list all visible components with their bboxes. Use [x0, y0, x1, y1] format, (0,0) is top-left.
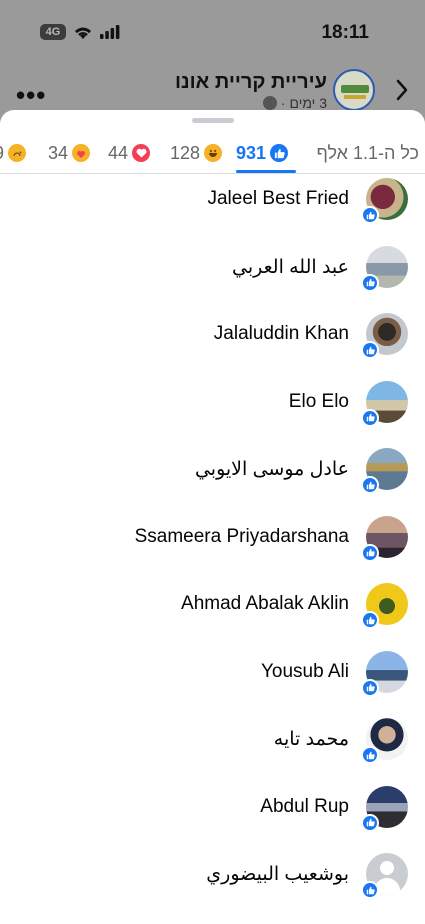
- like-badge-icon: [361, 408, 379, 427]
- page-name[interactable]: עיריית קריית אונו: [175, 71, 327, 94]
- post-time: 3 ימים ·: [280, 95, 327, 111]
- sheet-grabber[interactable]: [192, 118, 234, 123]
- chevron-right-icon[interactable]: [395, 78, 409, 107]
- list-item[interactable]: Yousub Ali: [0, 647, 425, 715]
- logo-mark-underline: [344, 95, 366, 99]
- reactors-list: Jaleel Best Fried عبد الله العربي Jalalu…: [0, 174, 425, 917]
- person-name[interactable]: Yousub Ali: [261, 661, 349, 683]
- tab-all[interactable]: כל ה-1.1 אלף: [317, 138, 419, 168]
- list-item[interactable]: عادل موسى الايوبي: [0, 444, 425, 512]
- tab-haha-count: 128: [170, 142, 201, 163]
- person-name[interactable]: محمد تايه: [274, 728, 349, 751]
- tab-like[interactable]: 931: [236, 138, 289, 168]
- like-badge-icon: [361, 746, 379, 764]
- list-item[interactable]: Jaleel Best Fried: [0, 174, 425, 242]
- tab-care[interactable]: 34: [48, 138, 91, 168]
- like-badge-icon: [361, 206, 379, 224]
- list-item[interactable]: Ahmad Abalak Aklin: [0, 579, 425, 647]
- tab-love[interactable]: 44: [108, 138, 151, 168]
- globe-icon: [262, 96, 277, 110]
- reaction-tabs: כל ה-1.1 אלף 931 128 44 34: [0, 130, 425, 174]
- like-badge-icon: [361, 813, 379, 832]
- person-name[interactable]: Ssameera Priyadarshana: [135, 526, 349, 548]
- wifi-icon: [73, 25, 93, 40]
- tab-haha[interactable]: 128: [170, 138, 223, 168]
- list-item[interactable]: محمد تايه: [0, 714, 425, 782]
- like-badge-icon: [361, 476, 379, 494]
- sad-reaction-icon: [8, 144, 27, 162]
- tab-sad[interactable]: 9: [0, 138, 27, 168]
- person-name[interactable]: عادل موسى الايوبي: [195, 458, 349, 481]
- person-name[interactable]: Abdul Rup: [260, 796, 349, 818]
- list-item[interactable]: بوشعيب البيضوري: [0, 849, 425, 917]
- network-badge: 4G: [40, 24, 66, 40]
- care-reaction-icon: [72, 144, 91, 162]
- list-item[interactable]: Ssameera Priyadarshana: [0, 512, 425, 580]
- post-meta: 3 ימים ·: [262, 95, 327, 111]
- signal-icon: [100, 25, 120, 39]
- tab-all-label: כל ה-1.1 אלף: [316, 142, 419, 163]
- list-item[interactable]: Jalaluddin Khan: [0, 309, 425, 377]
- like-reaction-icon: [270, 144, 289, 162]
- like-badge-icon: [361, 543, 379, 562]
- status-time: 18:11: [321, 22, 369, 43]
- person-name[interactable]: Jaleel Best Fried: [207, 188, 349, 210]
- tab-care-count: 34: [48, 142, 69, 163]
- avatar-head: [380, 861, 394, 875]
- list-item[interactable]: عبد الله العربي: [0, 242, 425, 310]
- person-name[interactable]: بوشعيب البيضوري: [206, 863, 349, 886]
- like-badge-icon: [361, 678, 379, 697]
- like-badge-icon: [361, 341, 379, 359]
- status-bar: 4G 18:11: [0, 0, 425, 66]
- list-item[interactable]: Abdul Rup: [0, 782, 425, 850]
- reactions-sheet: כל ה-1.1 אלף 931 128 44 34 Jaleel Best F…: [0, 110, 425, 924]
- tab-love-count: 44: [108, 142, 129, 163]
- logo-mark: [341, 85, 369, 93]
- tab-like-count: 931: [236, 142, 267, 163]
- status-indicators: 4G: [40, 24, 120, 40]
- person-name[interactable]: Jalaluddin Khan: [214, 323, 349, 345]
- active-tab-underline: [236, 170, 296, 173]
- page-avatar[interactable]: [333, 69, 375, 111]
- tab-sad-count: 9: [0, 143, 4, 164]
- like-badge-icon: [361, 611, 379, 629]
- haha-reaction-icon: [204, 144, 223, 162]
- heart-reaction-icon: [132, 144, 151, 162]
- list-item[interactable]: Elo Elo: [0, 377, 425, 445]
- person-name[interactable]: Elo Elo: [289, 391, 349, 413]
- person-name[interactable]: Ahmad Abalak Aklin: [181, 593, 349, 615]
- person-name[interactable]: عبد الله العربي: [232, 256, 349, 279]
- more-options-icon[interactable]: •••: [16, 80, 46, 111]
- like-badge-icon: [361, 881, 379, 899]
- like-badge-icon: [361, 273, 379, 292]
